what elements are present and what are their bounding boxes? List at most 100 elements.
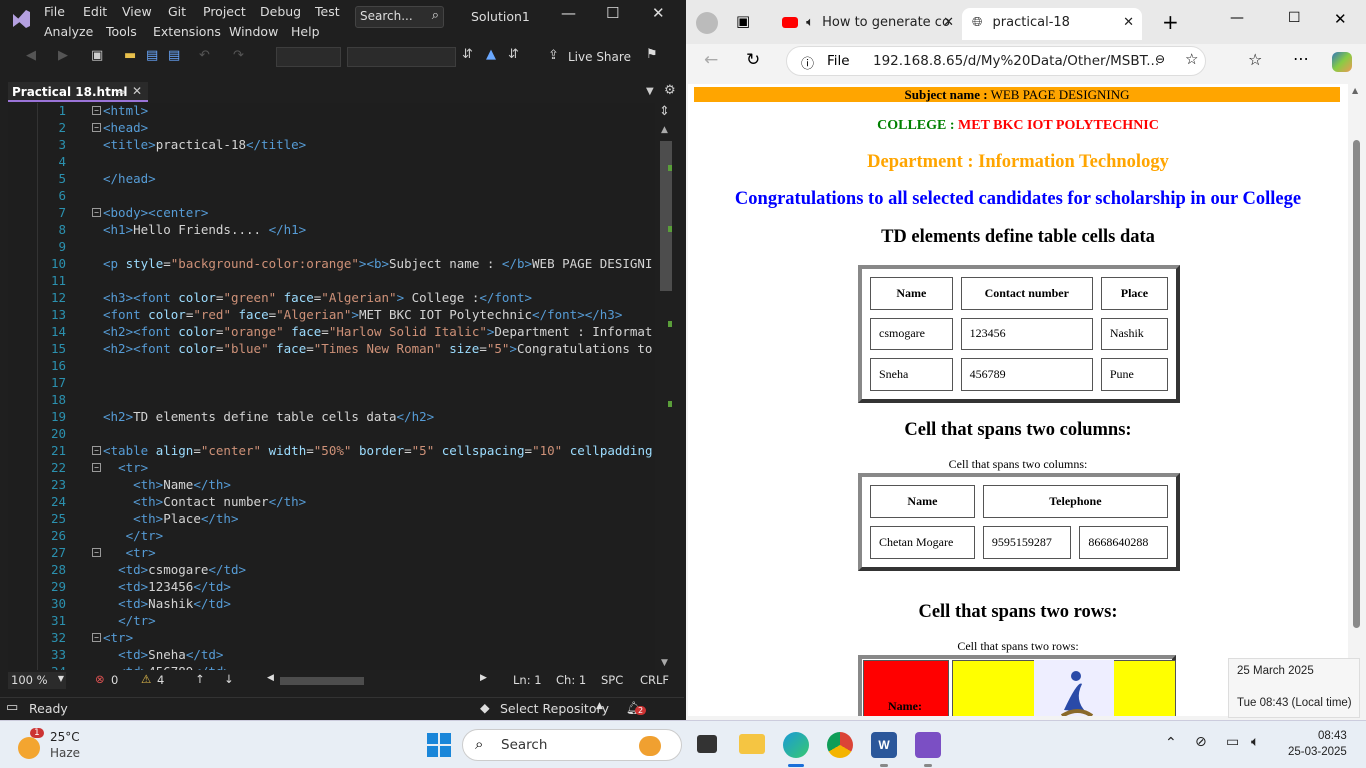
network-icon[interactable]: ▭ (1226, 734, 1239, 750)
prev-issue-icon[interactable]: ↑ (195, 672, 205, 686)
open-folder-icon[interactable]: ▬ (124, 48, 136, 63)
tab-close-icon[interactable]: ✕ (1123, 15, 1134, 30)
menu-git[interactable]: Git (168, 4, 186, 19)
pin-icon[interactable]: ⊸ (115, 85, 125, 99)
scroll-thumb[interactable] (660, 141, 672, 291)
feedback-icon[interactable]: ⚑ (646, 47, 658, 62)
tray-app-icon[interactable]: ⊘ (1195, 734, 1207, 750)
menu-tools[interactable]: Tools (106, 24, 137, 39)
save-all-icon[interactable]: ▤ (168, 48, 180, 63)
copilot-icon[interactable] (1332, 52, 1352, 72)
menu-test[interactable]: Test (315, 4, 340, 19)
clock-date[interactable]: 25-03-2025 (1288, 746, 1347, 758)
save-icon[interactable]: ▤ (146, 48, 158, 63)
profile-avatar[interactable] (696, 12, 718, 34)
step-icon[interactable]: ⇵ (462, 47, 473, 62)
favorite-star-icon[interactable]: ☆ (1185, 50, 1198, 68)
hscroll-left-icon[interactable]: ◀ (267, 673, 274, 683)
weather-widget[interactable]: 1 25°C Haze (16, 727, 116, 765)
address-bar[interactable]: ⓘ File 192.168.8.65/d/My%20Data/Other/MS… (786, 46, 1206, 76)
close-icon[interactable]: ✕ (652, 4, 665, 22)
hscroll-right-icon[interactable]: ▶ (480, 673, 487, 683)
menu-edit[interactable]: Edit (83, 4, 107, 19)
menu-view[interactable]: View (122, 4, 152, 19)
scroll-up-icon[interactable]: ▲ (661, 125, 668, 135)
live-share-button[interactable]: Live Share (568, 50, 631, 64)
fold-toggle-icon[interactable]: − (92, 106, 101, 115)
edge-icon[interactable] (783, 732, 809, 758)
fold-toggle-icon[interactable]: − (92, 123, 101, 132)
menu-analyze[interactable]: Analyze (44, 24, 93, 39)
menu-file[interactable]: File (44, 4, 65, 19)
fold-toggle-icon[interactable]: − (92, 208, 101, 217)
config-dropdown[interactable] (276, 47, 341, 67)
new-tab-icon[interactable]: + (1162, 10, 1179, 34)
scroll-down-icon[interactable]: ▼ (661, 658, 668, 668)
vs-search-box[interactable]: Search... ⌕ (355, 6, 444, 28)
minimize-icon[interactable]: — (1230, 10, 1244, 26)
tab-list-icon[interactable]: ▼ (646, 86, 654, 97)
maximize-icon[interactable]: ☐ (606, 4, 619, 22)
start-icon[interactable] (427, 733, 451, 757)
file-explorer-icon[interactable] (739, 734, 765, 754)
tab-practical-18[interactable]: Practical 18.html ⊸ ✕ (8, 82, 148, 102)
close-icon[interactable]: ✕ (1334, 10, 1347, 28)
warning-icon[interactable]: ⚠ (141, 672, 151, 686)
fold-toggle-icon[interactable]: − (92, 463, 101, 472)
error-icon[interactable]: ⊗ (95, 672, 105, 686)
editor-scrollbar[interactable]: ⇕ ▲ ▼ (657, 103, 675, 670)
refresh-icon[interactable]: ↻ (746, 50, 760, 70)
zoom-dropdown[interactable]: 100 % ▼ (8, 672, 66, 689)
favorites-icon[interactable]: ☆ (1248, 50, 1262, 69)
menu-window[interactable]: Window (229, 24, 278, 39)
redo-icon[interactable]: ↷ (233, 48, 244, 63)
menu-help[interactable]: Help (291, 24, 320, 39)
back-nav-icon[interactable]: ◀ (26, 48, 36, 63)
volume-icon[interactable]: 🔈︎ (1251, 734, 1259, 750)
platform-dropdown[interactable] (347, 47, 456, 67)
horizontal-scrollbar[interactable] (280, 677, 364, 685)
menu-extensions[interactable]: Extensions (153, 24, 221, 39)
fold-toggle-icon[interactable]: − (92, 548, 101, 557)
line-indicator[interactable]: Ln: 1 (513, 673, 542, 687)
menu-project[interactable]: Project (203, 4, 246, 19)
breakpoint-icon[interactable]: ▲ (486, 47, 496, 62)
step-over-icon[interactable]: ⇵ (508, 47, 519, 62)
share-icon[interactable]: ⇪ (548, 48, 559, 63)
menu-debug[interactable]: Debug (260, 4, 301, 19)
split-icon[interactable]: ⇕ (659, 104, 670, 119)
code-editor[interactable]: 1− <html> 2− <head> 3 <title>practical-18</ti… (8, 103, 655, 670)
undo-icon[interactable]: ↶ (199, 48, 210, 63)
tab-close-icon[interactable]: ✕ (943, 15, 954, 30)
select-repository-button[interactable]: Select Repository (500, 701, 609, 716)
tab-practical-18[interactable]: 🌐︎ practical-18 ✕ (962, 8, 1142, 40)
maximize-icon[interactable]: ☐ (1288, 10, 1301, 26)
minimize-icon[interactable]: — (561, 4, 576, 22)
col-indicator[interactable]: Ch: 1 (556, 673, 586, 687)
url-text[interactable]: 192.168.8.65/d/My%20Data/Other/MSBT... (873, 53, 1159, 69)
tab-how-to-generate[interactable]: 🔈︎ How to generate co ✕ (772, 8, 962, 40)
visual-studio-icon[interactable] (915, 732, 941, 758)
spacing-indicator[interactable]: SPC (601, 673, 623, 687)
fold-toggle-icon[interactable]: − (92, 633, 101, 642)
settings-gear-icon[interactable]: ⚙ (664, 83, 676, 98)
tab-close-icon[interactable]: ✕ (132, 84, 142, 98)
clock-time[interactable]: 08:43 (1318, 730, 1347, 742)
line-ending-indicator[interactable]: CRLF (640, 673, 669, 687)
forward-nav-icon[interactable]: ▶ (58, 48, 68, 63)
task-view-icon[interactable] (697, 735, 717, 753)
scroll-thumb[interactable] (1353, 140, 1360, 628)
output-icon[interactable]: ▭ (6, 700, 18, 715)
fold-toggle-icon[interactable]: − (92, 446, 101, 455)
zoom-icon[interactable]: ⊖ (1155, 52, 1165, 66)
chrome-icon[interactable] (827, 732, 853, 758)
word-icon[interactable]: W (871, 732, 897, 758)
taskbar-search[interactable]: ⌕ Search (462, 729, 682, 761)
back-icon[interactable]: ← (704, 50, 718, 70)
scroll-up-icon[interactable]: ▲ (1352, 86, 1358, 95)
tab-actions-icon[interactable]: ▣ (736, 12, 750, 30)
page-scrollbar[interactable]: ▲ (1348, 84, 1364, 716)
new-project-icon[interactable]: ▣ (91, 48, 103, 63)
next-issue-icon[interactable]: ↓ (224, 672, 234, 686)
tray-chevron-icon[interactable]: ⌃ (1165, 735, 1177, 751)
